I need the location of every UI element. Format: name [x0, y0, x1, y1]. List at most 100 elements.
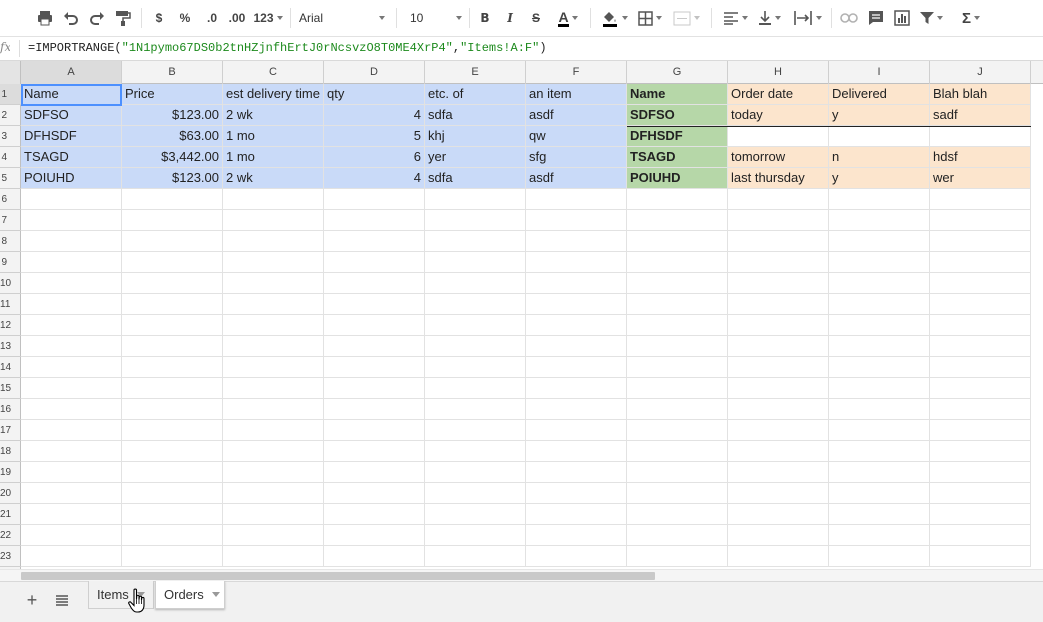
cell-c20[interactable] — [223, 483, 324, 504]
cell-e7[interactable] — [425, 210, 526, 231]
cell-h9[interactable] — [728, 252, 829, 273]
cell-b13[interactable] — [122, 336, 223, 357]
cell-f19[interactable] — [526, 462, 627, 483]
row-header-21[interactable]: 21 — [0, 504, 21, 525]
print-icon[interactable] — [34, 6, 56, 30]
cell-g20[interactable] — [627, 483, 728, 504]
cell-e22[interactable] — [425, 525, 526, 546]
bold-button[interactable]: B — [477, 6, 493, 30]
all-sheets-icon[interactable] — [52, 590, 72, 610]
cell-g6[interactable] — [627, 189, 728, 210]
cell-d3[interactable]: 5 — [324, 126, 425, 147]
cell-d4[interactable]: 6 — [324, 147, 425, 168]
cell-e14[interactable] — [425, 357, 526, 378]
cell-b2[interactable]: $123.00 — [122, 105, 223, 126]
cell-f10[interactable] — [526, 273, 627, 294]
cell-b8[interactable] — [122, 231, 223, 252]
cell-c3[interactable]: 1 mo — [223, 126, 324, 147]
strikethrough-button[interactable]: S — [528, 6, 544, 30]
cell-b10[interactable] — [122, 273, 223, 294]
cell-c16[interactable] — [223, 399, 324, 420]
cell-area[interactable]: Name Price est delivery time qty etc. of an i… — [21, 84, 1043, 569]
cell-e19[interactable] — [425, 462, 526, 483]
cell-i4[interactable]: n — [829, 147, 930, 168]
cell-g11[interactable] — [627, 294, 728, 315]
cell-f3[interactable]: qw — [526, 126, 627, 147]
functions-button[interactable]: Σ — [956, 6, 986, 30]
filter-button[interactable] — [917, 6, 945, 30]
cell-c1[interactable]: est delivery time — [223, 84, 324, 105]
cell-a14[interactable] — [21, 357, 122, 378]
add-sheet-icon[interactable]: + — [22, 590, 42, 610]
cell-g8[interactable] — [627, 231, 728, 252]
cell-f16[interactable] — [526, 399, 627, 420]
row-header-6[interactable]: 6 — [0, 189, 21, 210]
cell-i9[interactable] — [829, 252, 930, 273]
spreadsheet-grid[interactable]: ABCDEFGHIJ 1 2 3 4 5 6 7 8 9 10 11 12 13 14 15 16 17 18 19… — [0, 61, 1043, 569]
cell-d20[interactable] — [324, 483, 425, 504]
cell-b6[interactable] — [122, 189, 223, 210]
cell-i14[interactable] — [829, 357, 930, 378]
redo-icon[interactable] — [86, 6, 108, 30]
cell-g18[interactable] — [627, 441, 728, 462]
scrollbar-thumb[interactable] — [21, 572, 655, 580]
cell-j17[interactable] — [930, 420, 1031, 441]
cell-a13[interactable] — [21, 336, 122, 357]
cell-h4[interactable]: tomorrow — [728, 147, 829, 168]
cell-g12[interactable] — [627, 315, 728, 336]
select-all-corner[interactable] — [0, 61, 21, 84]
row-header-19[interactable]: 19 — [0, 462, 21, 483]
vertical-align-button[interactable] — [755, 6, 783, 30]
cell-e15[interactable] — [425, 378, 526, 399]
cell-j21[interactable] — [930, 504, 1031, 525]
cell-a9[interactable] — [21, 252, 122, 273]
row-header-20[interactable]: 20 — [0, 483, 21, 504]
column-header-a[interactable]: A — [21, 61, 122, 84]
font-size-select[interactable]: 10 — [410, 6, 462, 30]
cell-i8[interactable] — [829, 231, 930, 252]
cell-d19[interactable] — [324, 462, 425, 483]
cell-a19[interactable] — [21, 462, 122, 483]
cell-h2[interactable]: today — [728, 105, 829, 126]
cell-h15[interactable] — [728, 378, 829, 399]
chevron-down-icon[interactable] — [211, 592, 220, 597]
cell-h7[interactable] — [728, 210, 829, 231]
cell-g14[interactable] — [627, 357, 728, 378]
cell-b21[interactable] — [122, 504, 223, 525]
cell-e12[interactable] — [425, 315, 526, 336]
cell-i6[interactable] — [829, 189, 930, 210]
cell-i19[interactable] — [829, 462, 930, 483]
currency-format-button[interactable]: $ — [150, 6, 168, 30]
cell-h19[interactable] — [728, 462, 829, 483]
cell-c15[interactable] — [223, 378, 324, 399]
cell-b3[interactable]: $63.00 — [122, 126, 223, 147]
cell-j1[interactable]: Blah blah — [930, 84, 1031, 105]
more-formats-dropdown[interactable]: 123 — [251, 6, 285, 30]
font-family-select[interactable]: Arial — [299, 6, 385, 30]
cell-a17[interactable] — [21, 420, 122, 441]
cell-b14[interactable] — [122, 357, 223, 378]
cell-d1[interactable]: qty — [324, 84, 425, 105]
cell-b9[interactable] — [122, 252, 223, 273]
cell-f2[interactable]: asdf — [526, 105, 627, 126]
cell-b7[interactable] — [122, 210, 223, 231]
column-header-c[interactable]: C — [223, 61, 324, 84]
cell-g9[interactable] — [627, 252, 728, 273]
cell-d9[interactable] — [324, 252, 425, 273]
cell-h14[interactable] — [728, 357, 829, 378]
cell-j23[interactable] — [930, 546, 1031, 567]
cell-i18[interactable] — [829, 441, 930, 462]
cell-h5[interactable]: last thursday — [728, 168, 829, 189]
row-header-10[interactable]: 10 — [0, 273, 21, 294]
cell-a22[interactable] — [21, 525, 122, 546]
cell-a11[interactable] — [21, 294, 122, 315]
cell-b20[interactable] — [122, 483, 223, 504]
cell-g3[interactable]: DFHSDF — [627, 126, 728, 147]
cell-h8[interactable] — [728, 231, 829, 252]
cell-g15[interactable] — [627, 378, 728, 399]
row-header-14[interactable]: 14 — [0, 357, 21, 378]
cell-b18[interactable] — [122, 441, 223, 462]
cell-j18[interactable] — [930, 441, 1031, 462]
cell-g23[interactable] — [627, 546, 728, 567]
formula-input[interactable]: =IMPORTRANGE("1N1pymo67DS0b2tnHZjnfhErtJ… — [28, 41, 547, 55]
